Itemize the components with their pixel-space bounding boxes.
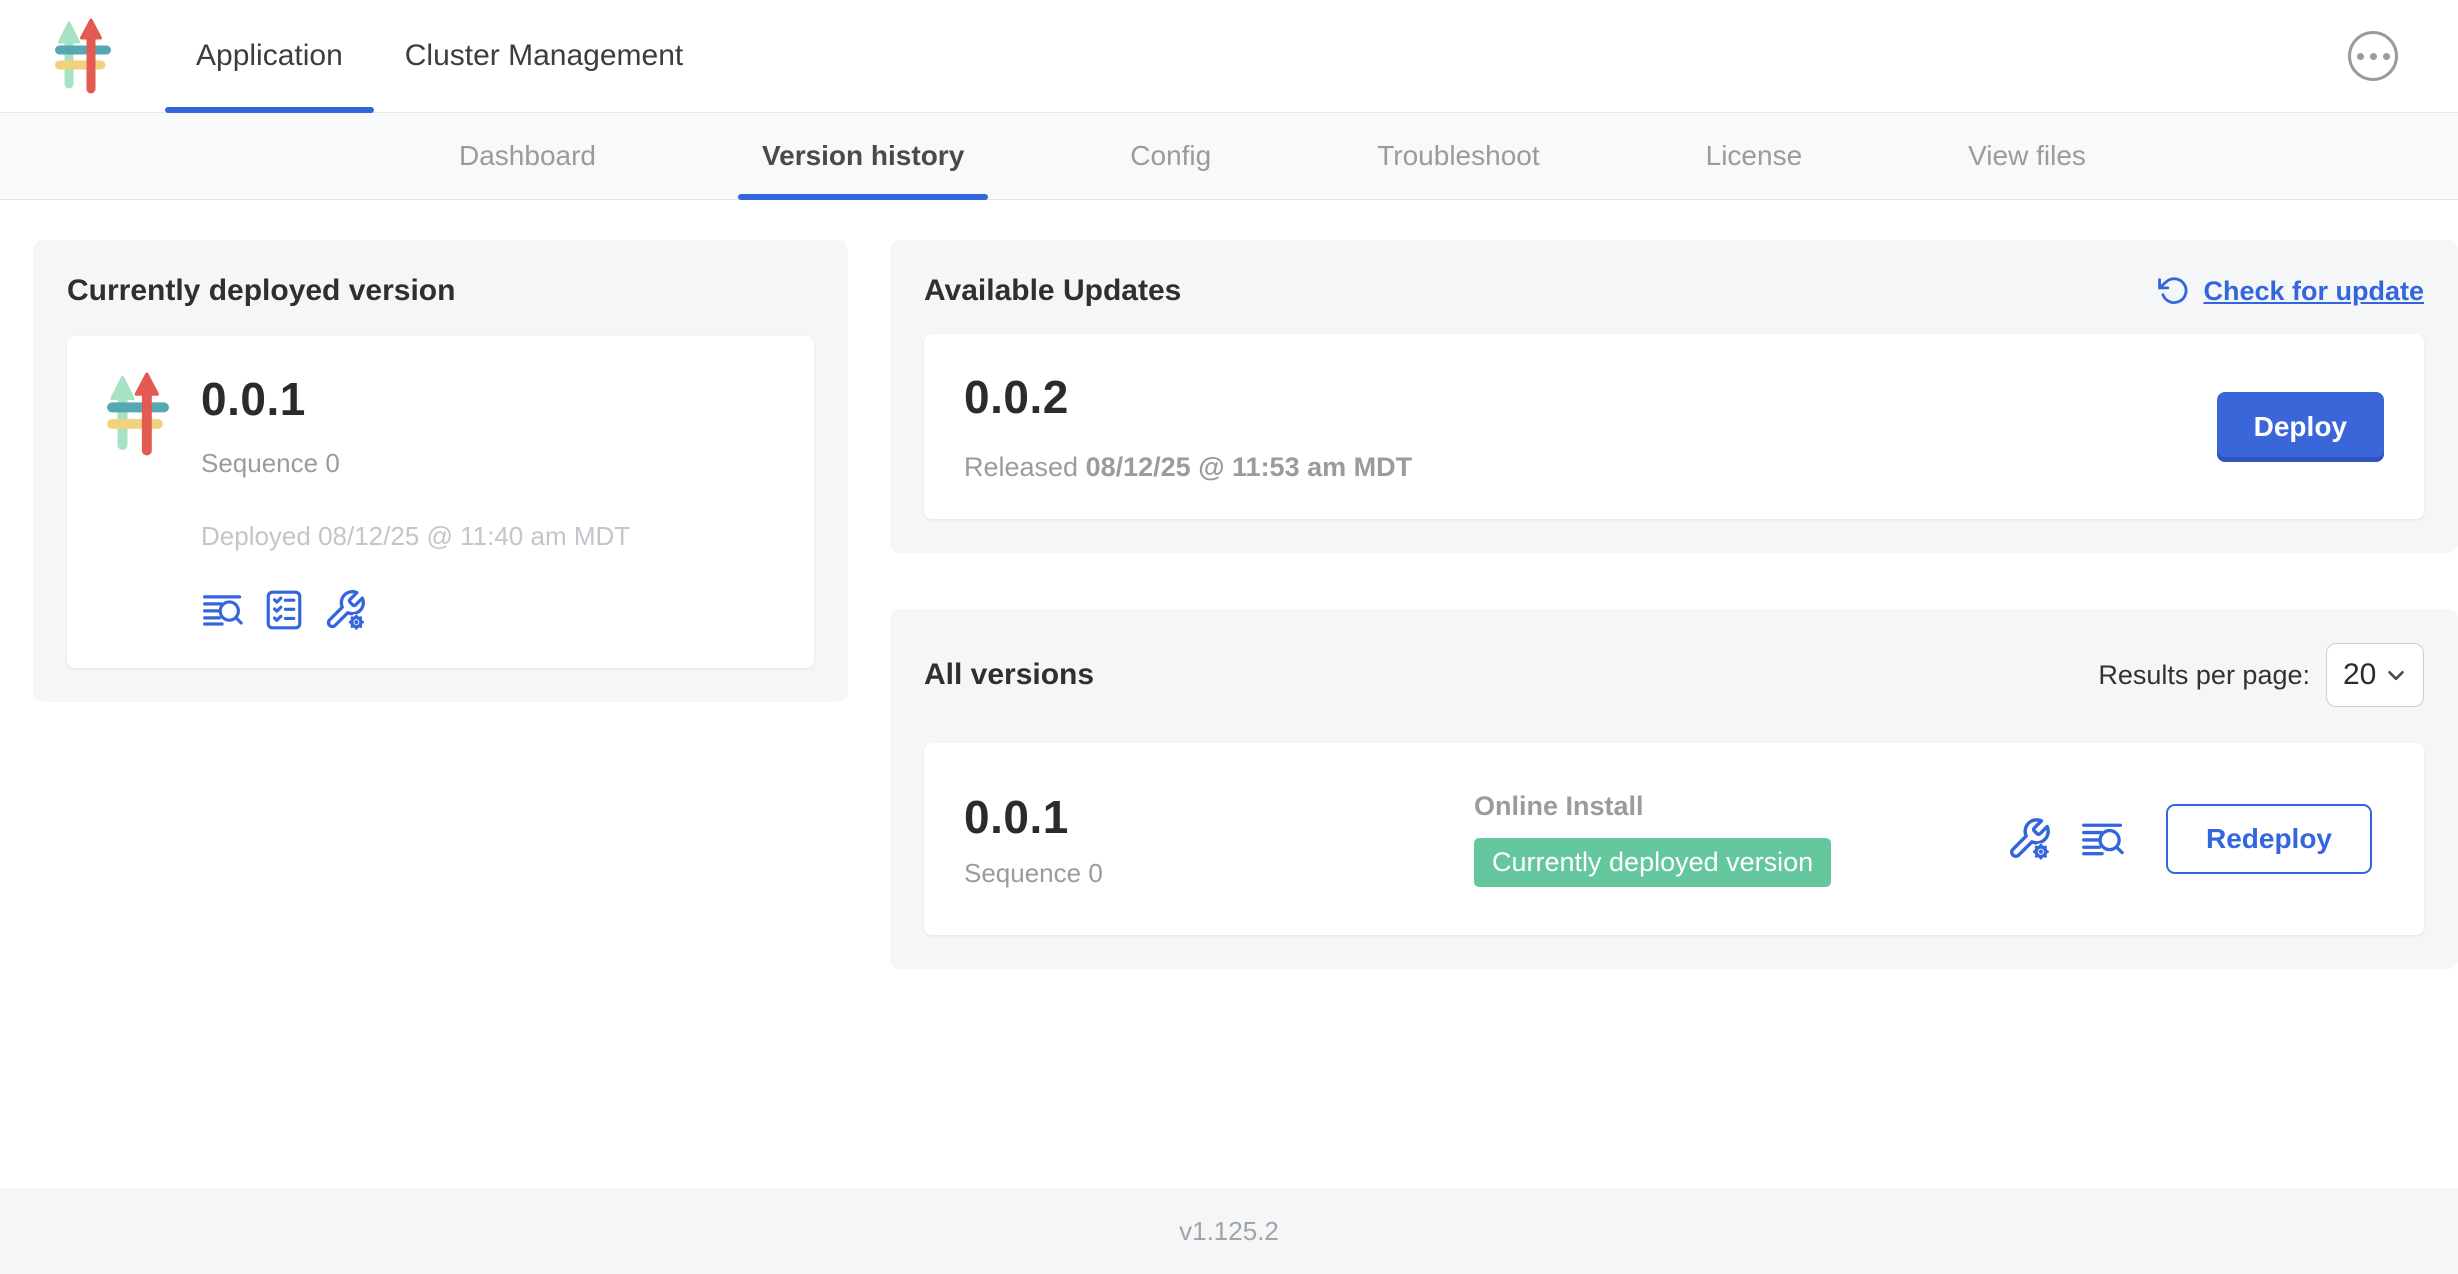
tab-troubleshoot[interactable]: Troubleshoot [1353, 113, 1563, 199]
logs-icon[interactable] [2080, 817, 2126, 861]
tab-view-files[interactable]: View files [1944, 113, 2110, 199]
check-for-update-link[interactable]: Check for update [2157, 274, 2424, 308]
results-per-page-select[interactable]: 20 [2326, 643, 2424, 707]
app-arrows-logo-icon [107, 372, 169, 456]
preflight-checks-icon[interactable] [263, 589, 305, 631]
deployed-date: Deployed 08/12/25 @ 11:40 am MDT [201, 521, 630, 552]
version-row-actions: Redeploy [2006, 804, 2384, 874]
all-versions-head: All versions Results per page: 20 [924, 643, 2424, 707]
tab-dashboard[interactable]: Dashboard [435, 113, 620, 199]
deployed-version-detail: 0.0.1 Sequence 0 Deployed 08/12/25 @ 11:… [67, 336, 814, 668]
app-logo [0, 0, 165, 112]
secondary-nav: Dashboard Version history Config Trouble… [0, 113, 2458, 200]
currently-deployed-card: Currently deployed version 0.0.1 Sequenc… [33, 240, 848, 702]
tab-application[interactable]: Application [165, 0, 374, 112]
version-row-info: 0.0.1 Sequence 0 [964, 790, 1474, 889]
update-info: 0.0.2 Released 08/12/25 @ 11:53 am MDT [964, 370, 1412, 483]
update-released-line: Released 08/12/25 @ 11:53 am MDT [964, 452, 1412, 483]
right-column: Available Updates Check for update 0.0.2… [890, 240, 2458, 969]
deployed-sequence: Sequence 0 [201, 448, 630, 479]
available-updates-head: Available Updates Check for update [924, 274, 2424, 308]
tab-version-history-label: Version history [762, 140, 964, 172]
check-for-update-label: Check for update [2203, 276, 2424, 307]
ellipsis-menu-icon[interactable] [2348, 31, 2398, 81]
update-row: 0.0.2 Released 08/12/25 @ 11:53 am MDT D… [924, 334, 2424, 519]
tab-application-label: Application [196, 39, 343, 73]
tab-config[interactable]: Config [1106, 113, 1235, 199]
ellipsis-dot [2383, 53, 2390, 60]
currently-deployed-title: Currently deployed version [67, 274, 814, 308]
tab-license-label: License [1706, 140, 1803, 172]
top-header: Application Cluster Management [0, 0, 2458, 113]
deployed-info: 0.0.1 Sequence 0 Deployed 08/12/25 @ 11:… [201, 372, 630, 632]
update-version-number: 0.0.2 [964, 370, 1412, 424]
main-content: Currently deployed version 0.0.1 Sequenc… [0, 200, 2458, 1188]
console-version: v1.125.2 [1179, 1216, 1279, 1247]
tab-cluster-management-label: Cluster Management [405, 39, 683, 73]
redeploy-button[interactable]: Redeploy [2166, 804, 2372, 874]
released-label: Released [964, 452, 1078, 482]
header-tabs: Application Cluster Management [165, 0, 714, 112]
refresh-icon [2157, 274, 2191, 308]
page: Application Cluster Management Dashboard… [0, 0, 2458, 1274]
released-date: 08/12/25 @ 11:53 am MDT [1086, 452, 1413, 482]
tab-license[interactable]: License [1682, 113, 1827, 199]
version-row: 0.0.1 Sequence 0 Online Install Currentl… [924, 743, 2424, 935]
edit-config-icon[interactable] [323, 588, 367, 632]
version-row-status: Online Install Currently deployed versio… [1474, 791, 2006, 887]
footer: v1.125.2 [0, 1188, 2458, 1274]
deployed-action-icons [201, 588, 630, 632]
tab-dashboard-label: Dashboard [459, 140, 596, 172]
currently-deployed-badge: Currently deployed version [1474, 838, 1831, 887]
ellipsis-dot [2370, 53, 2377, 60]
ellipsis-dot [2357, 53, 2364, 60]
logs-icon[interactable] [201, 589, 245, 631]
available-updates-card: Available Updates Check for update 0.0.2… [890, 240, 2458, 553]
results-per-page: Results per page: 20 [2098, 643, 2424, 707]
tab-cluster-management[interactable]: Cluster Management [374, 0, 714, 112]
edit-config-icon[interactable] [2006, 816, 2052, 862]
available-updates-title: Available Updates [924, 274, 1181, 308]
all-versions-title: All versions [924, 658, 1094, 692]
results-per-page-label: Results per page: [2098, 660, 2310, 691]
results-per-page-value: 20 [2343, 658, 2376, 692]
header-right [2348, 0, 2458, 112]
app-arrows-logo-icon [55, 18, 111, 94]
install-type-label: Online Install [1474, 791, 2006, 822]
deploy-button[interactable]: Deploy [2217, 392, 2384, 462]
tab-troubleshoot-label: Troubleshoot [1377, 140, 1539, 172]
all-versions-card: All versions Results per page: 20 0.0.1 … [890, 609, 2458, 969]
tab-view-files-label: View files [1968, 140, 2086, 172]
chevron-down-icon [2383, 662, 2409, 688]
row-sequence: Sequence 0 [964, 858, 1474, 889]
row-version-number: 0.0.1 [964, 790, 1474, 844]
deployed-version-number: 0.0.1 [201, 372, 630, 426]
tab-version-history[interactable]: Version history [738, 113, 988, 199]
tab-config-label: Config [1130, 140, 1211, 172]
